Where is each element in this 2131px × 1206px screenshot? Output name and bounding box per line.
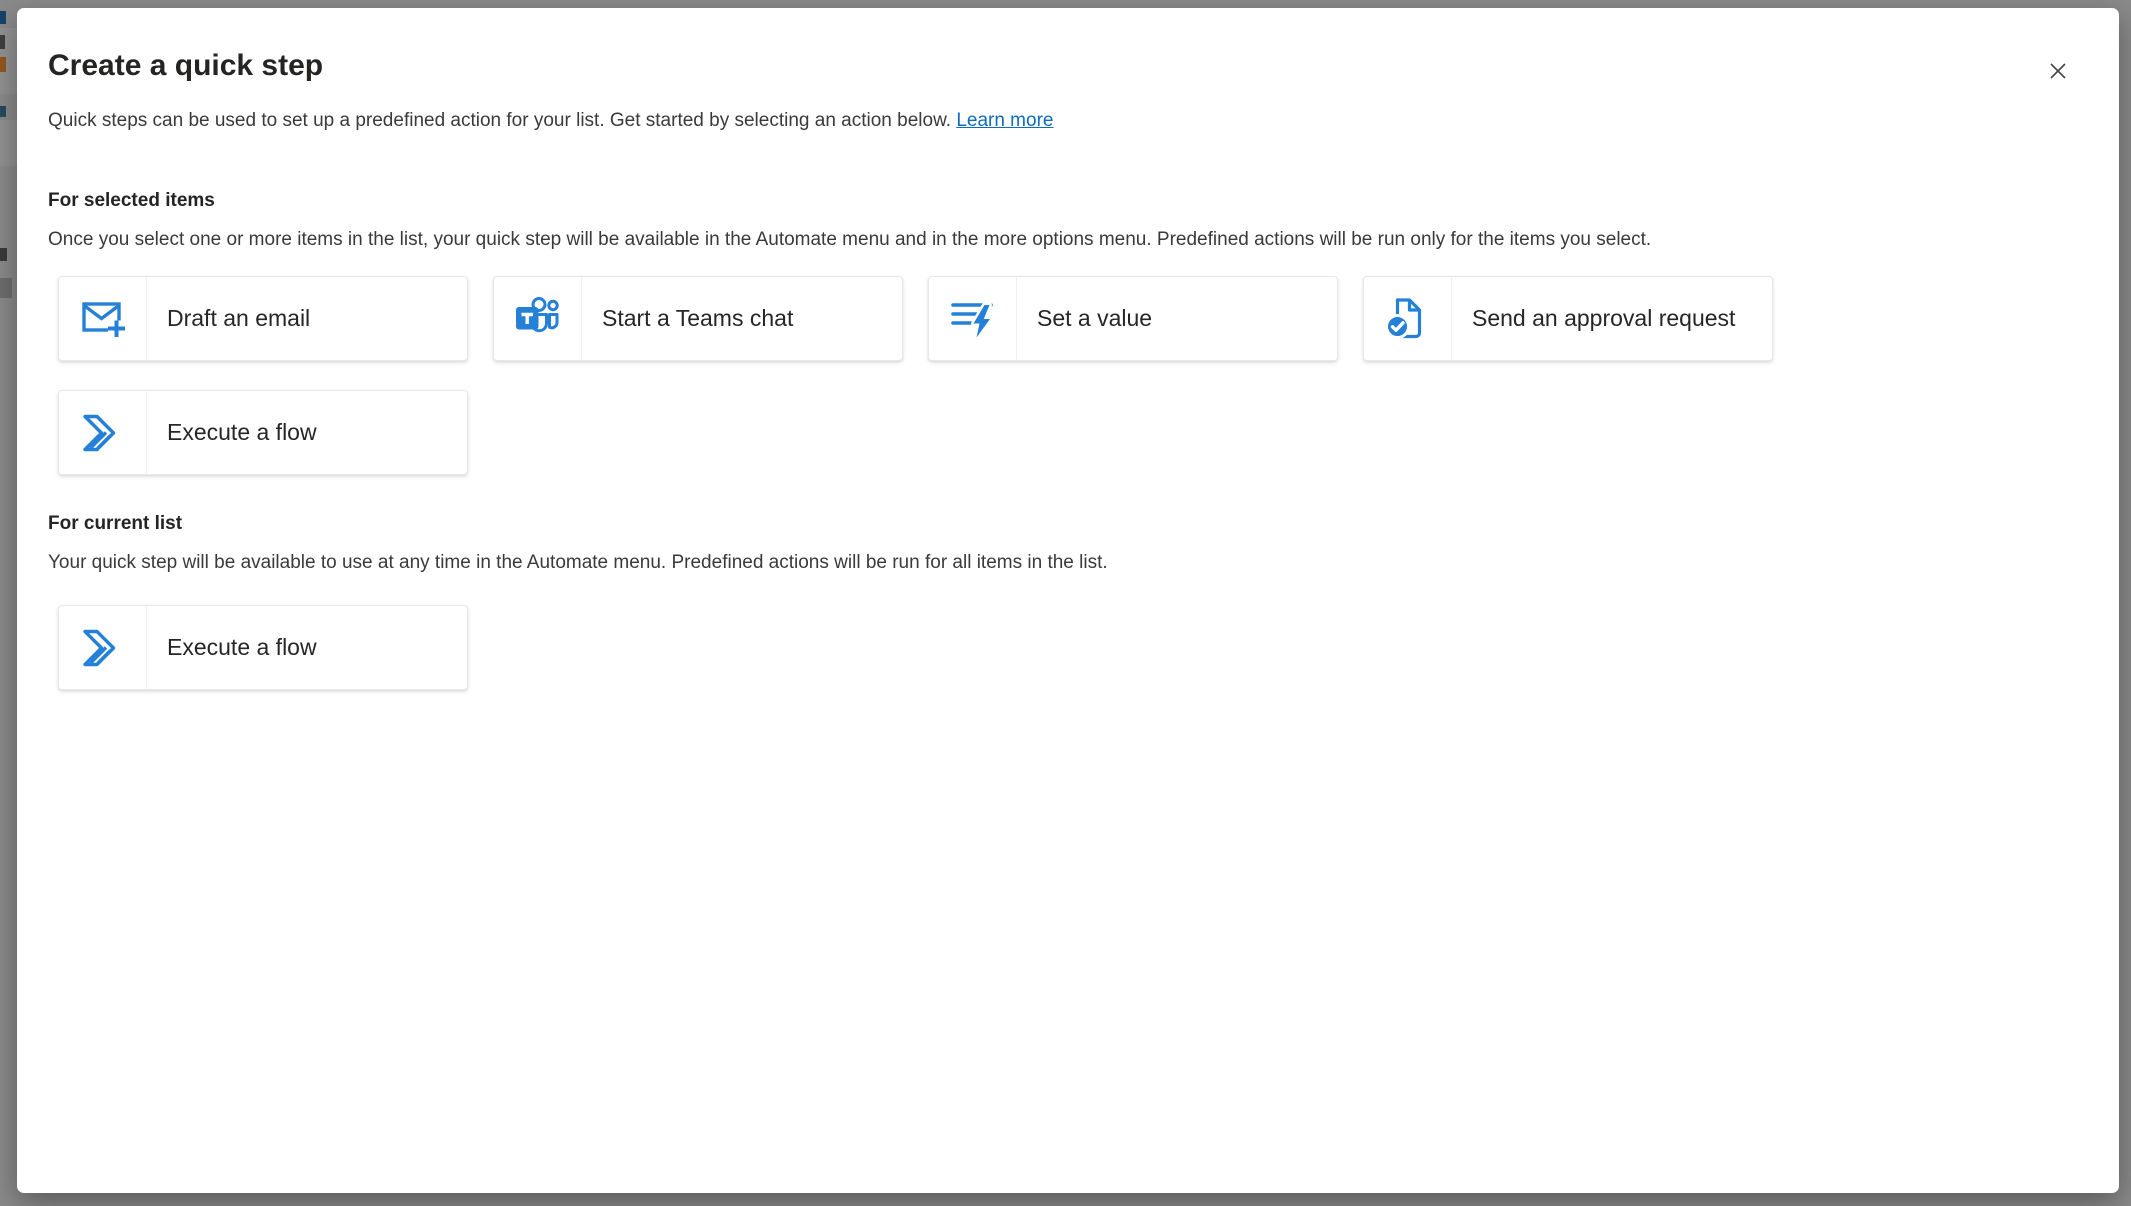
page-edge-band <box>0 120 17 166</box>
card-label: Start a Teams chat <box>582 277 793 360</box>
quick-step-card-draft-an-email[interactable]: Draft an email <box>58 276 468 361</box>
quick-step-card-execute-a-flow-current-list[interactable]: Execute a flow <box>58 605 468 690</box>
dialog-description-text: Quick steps can be used to set up a pred… <box>48 110 951 131</box>
quick-step-card-send-an-approval-request[interactable]: Send an approval request <box>1363 276 1773 361</box>
section-heading-for-current-list: For current list <box>48 511 2029 537</box>
card-grid-for-current-list: Execute a flow <box>58 605 1808 690</box>
page-edge-fragment <box>0 278 12 298</box>
set-value-lightning-icon <box>929 277 1017 360</box>
quick-step-card-start-a-teams-chat[interactable]: Start a Teams chat <box>493 276 903 361</box>
quick-step-card-execute-a-flow[interactable]: Execute a flow <box>58 390 468 475</box>
dialog-title: Create a quick step <box>48 46 2029 86</box>
close-button[interactable] <box>2034 47 2082 95</box>
section-description-for-selected-items: Once you select one or more items in the… <box>48 227 2029 253</box>
page-edge-fragment <box>0 248 7 261</box>
section-description-for-current-list: Your quick step will be available to use… <box>48 550 2029 576</box>
quick-step-card-set-a-value[interactable]: Set a value <box>928 276 1338 361</box>
page-edge-fragment <box>0 106 6 117</box>
card-label: Send an approval request <box>1452 277 1735 360</box>
page-edge-fragment <box>0 35 5 49</box>
approval-document-check-icon <box>1364 277 1452 360</box>
card-label: Set a value <box>1017 277 1152 360</box>
dialog-description: Quick steps can be used to set up a pred… <box>48 108 2029 134</box>
teams-icon <box>494 277 582 360</box>
power-automate-flow-icon <box>59 606 147 689</box>
power-automate-flow-icon <box>59 391 147 474</box>
page-edge-fragment <box>0 11 6 24</box>
card-label: Execute a flow <box>147 606 317 689</box>
card-label: Draft an email <box>147 277 310 360</box>
page-edge-fragment <box>0 57 6 72</box>
section-heading-for-selected-items: For selected items <box>48 188 2029 214</box>
close-icon <box>2046 59 2070 83</box>
email-add-icon <box>59 277 147 360</box>
create-quick-step-dialog: Create a quick step Quick steps can be u… <box>17 8 2119 1193</box>
learn-more-link[interactable]: Learn more <box>956 110 1053 131</box>
card-label: Execute a flow <box>147 391 317 474</box>
card-grid-for-selected-items: Draft an email Start a Teams chat <box>58 276 1808 475</box>
